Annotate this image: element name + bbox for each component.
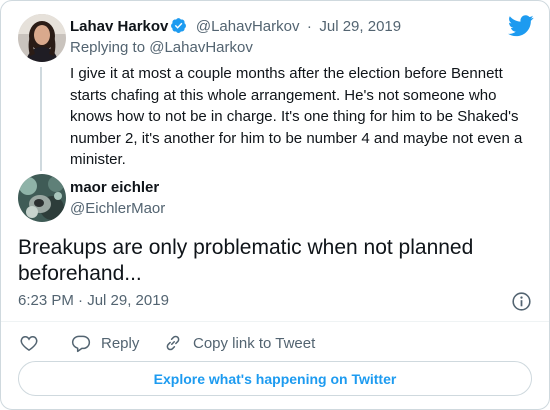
reply-label: Reply [101, 334, 140, 352]
heart-icon [20, 335, 38, 351]
tweet-embed-card: Lahav Harkov @LahavHarkov · Jul 29, 2019… [0, 0, 550, 410]
reply-icon [71, 335, 91, 353]
replying-to-handle[interactable]: @LahavHarkov [149, 39, 253, 56]
replying-to-line: Replying to @LahavHarkov [70, 39, 253, 56]
parent-tweet-date[interactable]: Jul 29, 2019 [319, 18, 401, 35]
explore-twitter-button[interactable]: Explore what's happening on Twitter [18, 361, 532, 396]
avatar-maor-eichler[interactable] [18, 174, 66, 222]
parent-author-handle[interactable]: @LahavHarkov [196, 18, 300, 35]
divider [1, 321, 549, 322]
main-author-handle[interactable]: @EichlerMaor [70, 200, 165, 217]
reply-button[interactable]: Reply [71, 332, 139, 354]
explore-label: Explore what's happening on Twitter [153, 370, 397, 387]
copy-link-label: Copy link to Tweet [193, 334, 316, 352]
header-separator: · [306, 18, 312, 35]
parent-tweet-text: I give it at most a couple months after … [70, 65, 523, 168]
link-icon [166, 335, 180, 351]
info-icon[interactable] [511, 291, 532, 312]
thread-connector-line [40, 67, 42, 171]
parent-tweet-header: Lahav Harkov @LahavHarkov · Jul 29, 2019 [70, 17, 401, 36]
avatar-lahav-harkov[interactable] [18, 14, 66, 62]
like-button[interactable] [19, 332, 49, 354]
verified-badge-icon [170, 17, 187, 34]
main-tweet-timestamp[interactable]: 6:23 PM · Jul 29, 2019 [18, 292, 169, 309]
parent-author-name[interactable]: Lahav Harkov [70, 18, 168, 35]
twitter-bird-icon[interactable] [508, 15, 534, 37]
main-author-name[interactable]: maor eichler [70, 179, 159, 196]
replying-to-prefix: Replying to [70, 39, 146, 56]
main-tweet-text: Breakups are only problematic when not p… [18, 236, 474, 285]
copy-link-button[interactable]: Copy link to Tweet [163, 332, 315, 354]
